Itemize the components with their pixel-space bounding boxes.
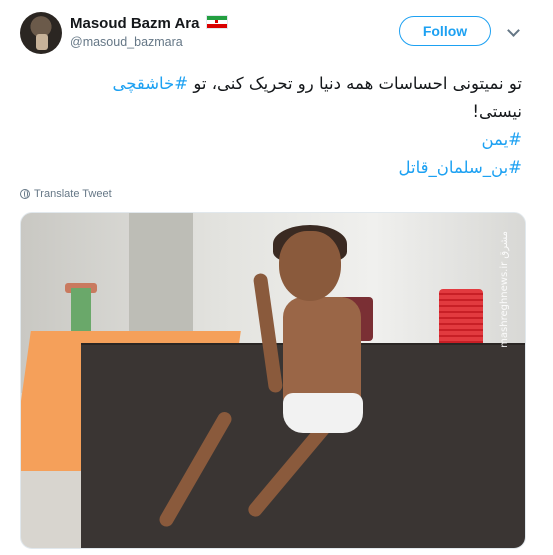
user-handle[interactable]: @masoud_bazmara xyxy=(70,33,228,51)
tweet-text: تو نمیتونی احساسات همه دنیا رو تحریک کنی… xyxy=(22,70,522,182)
iran-flag-icon xyxy=(205,15,228,29)
tweet-photo[interactable]: mashreghnews.ir مشرق xyxy=(20,212,526,549)
translate-tweet-link[interactable]: Translate Tweet xyxy=(20,188,112,200)
translate-label[interactable]: Translate Tweet xyxy=(34,188,112,200)
tweet-line-1: تو نمیتونی احساسات همه دنیا رو تحریک کنی… xyxy=(22,70,522,98)
hashtag-link[interactable]: #بن_سلمان_قاتل xyxy=(399,158,522,177)
hashtag-link[interactable]: #خاشقچی xyxy=(112,74,188,93)
chevron-down-icon[interactable] xyxy=(507,24,520,37)
tweet-line-2: نیستی! xyxy=(472,102,522,121)
avatar[interactable] xyxy=(20,12,62,54)
user-names[interactable]: Masoud Bazm Ara @masoud_bazmara xyxy=(70,14,228,51)
hashtag-link[interactable]: #یمن xyxy=(481,130,522,149)
globe-icon xyxy=(20,189,30,199)
display-name[interactable]: Masoud Bazm Ara xyxy=(70,15,199,32)
follow-button[interactable]: Follow xyxy=(399,16,491,46)
watermark: mashreghnews.ir مشرق xyxy=(499,231,510,348)
tweet-header: Masoud Bazm Ara @masoud_bazmara Follow xyxy=(20,12,533,56)
tweet-line-1-text: تو نمیتونی احساسات همه دنیا رو تحریک کنی… xyxy=(188,74,522,93)
